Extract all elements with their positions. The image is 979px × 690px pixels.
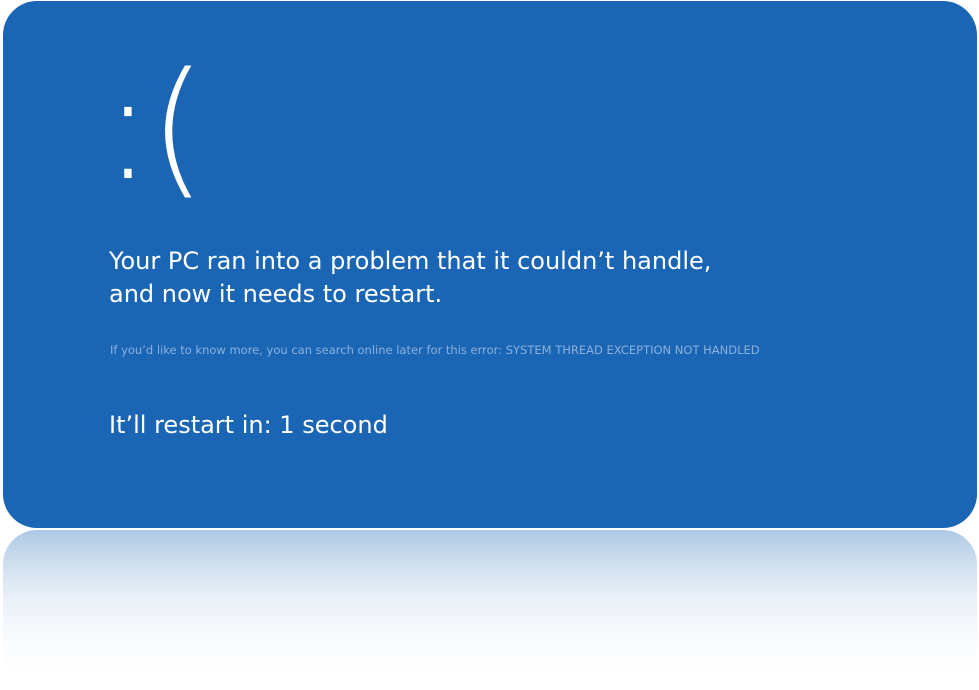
sad-face-emoticon: :( (103, 41, 207, 213)
error-headline-line-2: and now it needs to restart. (109, 280, 443, 308)
restart-countdown: It’ll restart in: 1 second (109, 411, 388, 439)
bsod-content: :( Your PC ran into a problem that it co… (3, 1, 977, 528)
error-headline: Your PC ran into a problem that it could… (109, 245, 889, 311)
error-code-info: If you’d like to know more, you can sear… (110, 343, 760, 357)
bsod-screen: :( Your PC ran into a problem that it co… (3, 1, 977, 528)
error-headline-line-1: Your PC ran into a problem that it could… (109, 247, 712, 275)
screen-reflection: It’ll restart in: 1 second (3, 530, 977, 690)
reflection-fade-overlay (3, 530, 977, 690)
